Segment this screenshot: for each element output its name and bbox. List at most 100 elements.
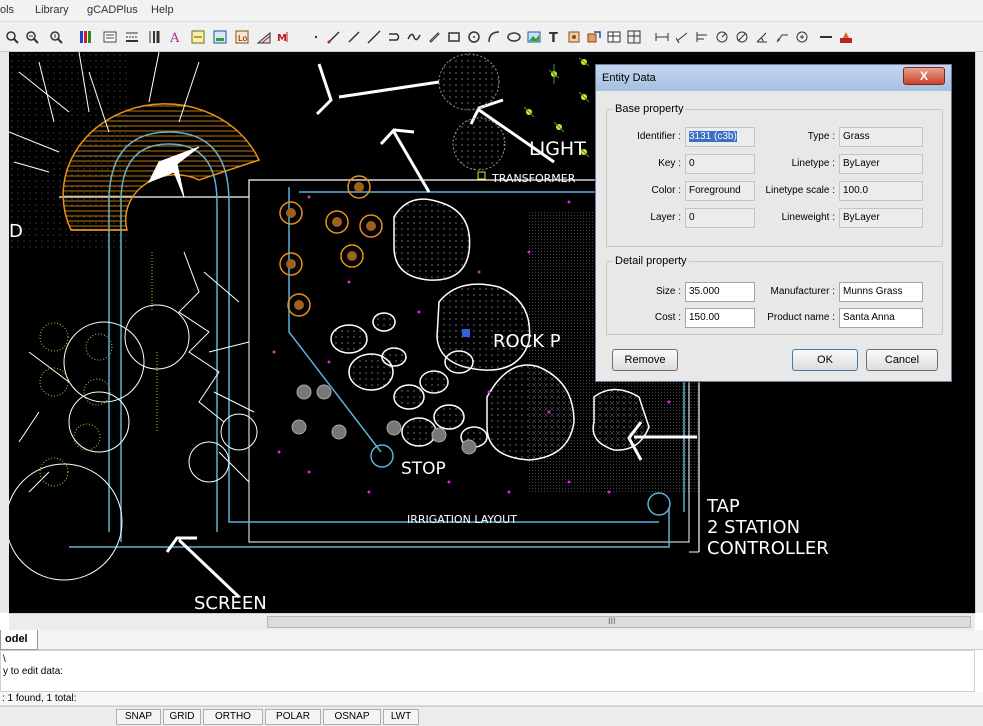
arc-icon[interactable] [486,29,502,45]
osnap-toggle[interactable]: OSNAP [323,709,381,725]
layer-state-icon[interactable] [102,29,118,45]
label-screen: SCREEN [194,593,267,613]
manufacturer-label: Manufacturer : [770,286,835,297]
make-block-icon[interactable] [566,29,582,45]
size-label: Size : [655,286,681,297]
label-stop: STOP [401,459,446,479]
linetype-scale-field[interactable]: 100.0 [839,181,923,201]
menu-help[interactable]: Help [151,4,174,16]
hatch-region-icon[interactable] [626,29,642,45]
close-button[interactable]: X [903,67,945,85]
block-icon[interactable] [212,29,228,45]
linetype-field[interactable]: ByLayer [839,154,923,174]
polar-toggle[interactable]: POLAR [265,709,321,725]
zoom-extents-icon[interactable] [24,29,40,45]
construction-line-icon[interactable] [366,29,382,45]
dim-aligned-icon[interactable] [674,29,690,45]
dialog-title-bar[interactable]: Entity Data X [596,65,951,91]
layer-field[interactable]: 0 [685,208,755,228]
insert-icon[interactable] [586,29,602,45]
label-light: LIGHT [529,138,586,160]
toolbar: A Lo M T [0,22,983,52]
linetype-icon[interactable] [124,29,140,45]
multiline-text-icon[interactable]: M [276,29,292,45]
horizontal-scrollbar[interactable]: III [9,613,975,630]
status-bar: SNAP GRID ORTHO POLAR OSNAP LWT [0,706,983,726]
menu-library[interactable]: Library [35,4,69,16]
scroll-thumb[interactable]: III [267,616,971,628]
image-icon[interactable] [526,29,542,45]
cost-input[interactable]: 150.00 [685,308,755,328]
label-transformer: TRANSFORMER [491,172,576,185]
manufacturer-input[interactable]: Munns Grass [839,282,923,302]
table-icon[interactable] [606,29,622,45]
snap-toggle[interactable]: SNAP [116,709,161,725]
key-label: Key : [658,158,681,169]
left-ruler [0,52,9,613]
linetype-label: Linetype : [791,158,835,169]
label-controller: CONTROLLER [707,538,829,559]
key-field[interactable]: 0 [685,154,755,174]
product-name-input[interactable]: Santa Anna [839,308,923,328]
label-irrigation: IRRIGATION LAYOUT [407,513,517,526]
dim-baseline-icon[interactable] [694,29,710,45]
lineweight-field[interactable]: ByLayer [839,208,923,228]
text-icon[interactable]: T [546,29,562,45]
dim-linear-icon[interactable] [654,29,670,45]
dim-style-icon[interactable] [190,29,206,45]
linetype-scale-label: Linetype scale : [765,185,836,196]
dialog-title: Entity Data [602,72,656,84]
center-mark-icon[interactable] [794,29,810,45]
base-property-group: Base property Identifier : 3131 (c3b) Ke… [606,103,943,247]
leader-icon[interactable] [774,29,790,45]
layout-tabs: odel [0,630,983,650]
color-label: Color : [651,185,681,196]
line-icon[interactable] [326,29,342,45]
identifier-field[interactable]: 3131 (c3b) [685,127,755,147]
hatch-icon[interactable] [256,29,272,45]
text-style-icon[interactable]: A [168,29,184,45]
circle-icon[interactable] [466,29,482,45]
vertical-scrollbar[interactable] [975,52,983,613]
command-history[interactable]: \ y to edit data: [0,650,975,692]
remove-button[interactable]: Remove [612,349,678,371]
lineweight-icon[interactable] [146,29,162,45]
color-field[interactable]: Foreground [685,181,755,201]
type-field[interactable]: Grass [839,127,923,147]
layers-icon[interactable] [78,29,94,45]
polyline-icon[interactable] [386,29,402,45]
dim-radius-icon[interactable] [714,29,730,45]
zoom-previous-icon[interactable] [48,29,64,45]
cancel-button[interactable]: Cancel [866,349,938,371]
rectangle-icon[interactable] [446,29,462,45]
size-input[interactable]: 35.000 [685,282,755,302]
layer-label: Layer : [650,212,681,223]
command-prompt[interactable]: : 1 found, 1 total: [0,692,983,706]
ok-button[interactable]: OK [792,349,858,371]
menu-tools[interactable]: ols [0,4,14,16]
ray-icon[interactable] [346,29,362,45]
insert-block-icon[interactable]: Lo [234,29,250,45]
label-tap: TAP [706,496,740,517]
svg-text:Lo: Lo [238,34,247,43]
dim-diameter-icon[interactable] [734,29,750,45]
grid-toggle[interactable]: GRID [163,709,201,725]
menu-gcadplus[interactable]: gCADPlus [87,4,138,16]
detail-property-label: Detail property [613,255,689,267]
dim-style-manager-icon[interactable] [818,29,834,45]
lwt-toggle[interactable]: LWT [383,709,419,725]
label-station: 2 STATION [707,517,800,538]
ellipse-icon[interactable] [506,29,522,45]
svg-text:T: T [549,31,558,45]
label-rock: ROCK P [493,331,561,352]
dim-angular-icon[interactable] [754,29,770,45]
point-icon[interactable] [308,29,324,45]
svg-text:M: M [277,33,287,44]
revision-cloud-icon[interactable] [426,29,442,45]
color-icon[interactable] [838,29,854,45]
ortho-toggle[interactable]: ORTHO [203,709,263,725]
spline-icon[interactable] [406,29,422,45]
tab-model[interactable]: odel [0,630,38,650]
product-name-label: Product name : [767,312,835,323]
zoom-window-icon[interactable] [4,29,20,45]
